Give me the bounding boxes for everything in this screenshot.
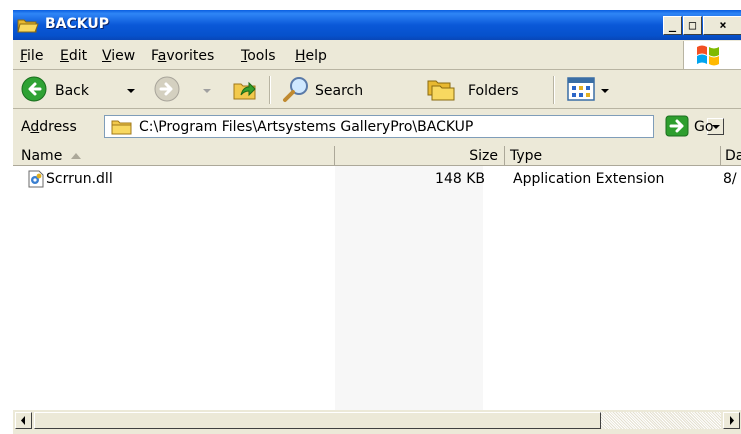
arrow-right-icon [730,416,734,425]
file-date: 8/ [723,171,737,187]
menu-tools-label: ools [247,48,276,64]
back-arrow-icon [21,76,47,102]
arrow-left-icon [21,416,25,425]
close-button[interactable]: × [703,16,741,35]
file-size: 148 KB [435,171,485,187]
menu-edit[interactable]: Edit [60,48,87,64]
menu-favorites-prefix: F [151,48,158,64]
menu-view[interactable]: View [102,48,135,64]
maximize-button[interactable]: □ [683,16,702,35]
menu-view-mnemonic: V [102,48,112,64]
menu-help[interactable]: Help [295,48,327,64]
up-button[interactable] [231,74,261,104]
menu-file[interactable]: File [20,48,43,64]
column-header-date[interactable]: Da [721,146,741,166]
back-button[interactable]: Back [15,74,147,104]
minimize-button[interactable]: _ [663,16,682,35]
menu-favorites[interactable]: Favorites [151,48,214,64]
go-label: Go [694,119,714,135]
folders-button[interactable]: Folders [423,74,543,104]
address-label: Address [21,119,77,135]
file-list[interactable]: Name Size Type Da Scrrun.dll 148 KB Appl… [13,146,741,411]
sort-ascending-icon [71,153,81,159]
menu-favorites-label: vorites [166,48,215,64]
folder-open-icon [17,19,39,33]
menu-edit-label: dit [68,48,88,64]
folder-up-icon [233,81,256,100]
forward-dropdown-icon[interactable] [203,89,211,93]
column-name-label: Name [21,148,63,164]
scroll-right-button[interactable] [723,412,740,429]
column-header-type[interactable]: Type [505,146,721,166]
toolbar-separator [553,76,555,104]
menu-help-mnemonic: H [295,48,306,64]
forward-arrow-icon [154,76,180,102]
column-date-label: Da [725,148,741,164]
menu-file-mnemonic: F [20,48,28,64]
title-bar[interactable]: BACKUP _ □ × [13,10,741,40]
menu-tools[interactable]: Tools [241,48,276,64]
views-icon [567,77,595,101]
views-dropdown-icon[interactable] [601,89,609,93]
column-type-label: Type [510,148,543,164]
go-arrow-icon [665,115,689,137]
scroll-thumb[interactable] [34,412,601,429]
menu-view-label: iew [111,48,136,64]
address-label-mnemonic: d [30,119,40,135]
menu-help-label: elp [305,48,327,64]
file-type: Application Extension [513,171,665,187]
forward-button[interactable] [151,74,211,104]
search-label: Search [315,83,364,99]
back-dropdown-icon[interactable] [127,89,135,93]
address-label-rest: dress [39,119,77,135]
horizontal-scrollbar[interactable] [13,410,741,430]
menu-bar: File Edit View Favorites Tools Help [13,41,741,70]
address-field[interactable]: C:\Program Files\Artsystems GalleryPro\B… [104,115,724,138]
column-header-name[interactable]: Name [13,146,335,166]
search-icon [283,77,308,102]
folders-icon [427,80,455,101]
address-label-prefix: A [21,119,31,135]
back-label: Back [55,83,89,99]
menu-edit-mnemonic: E [60,48,69,64]
folders-label: Folders [468,83,519,99]
explorer-window: BACKUP _ □ × File Edit View Favorites To… [13,10,741,434]
file-name: Scrrun.dll [46,171,113,187]
windows-flag-icon [697,45,719,66]
address-bar: Address C:\Program Files\Artsystems Gall… [13,109,741,143]
table-row[interactable]: Scrrun.dll 148 KB Application Extension … [13,168,741,190]
windows-logo [683,41,741,69]
column-size-label: Size [469,148,498,164]
scroll-left-button[interactable] [15,412,32,429]
window-title: BACKUP [45,16,110,32]
standard-toolbar: Back Search Folders [13,70,741,109]
column-header-size[interactable]: Size [335,146,505,166]
menu-file-label: ile [27,48,44,64]
folder-icon [111,120,132,135]
views-button[interactable] [563,74,623,104]
search-button[interactable]: Search [277,74,407,104]
dll-file-icon [28,170,44,188]
sorted-column-shading [335,166,483,411]
toolbar-separator [269,76,271,104]
address-input[interactable]: C:\Program Files\Artsystems GalleryPro\B… [139,119,473,135]
